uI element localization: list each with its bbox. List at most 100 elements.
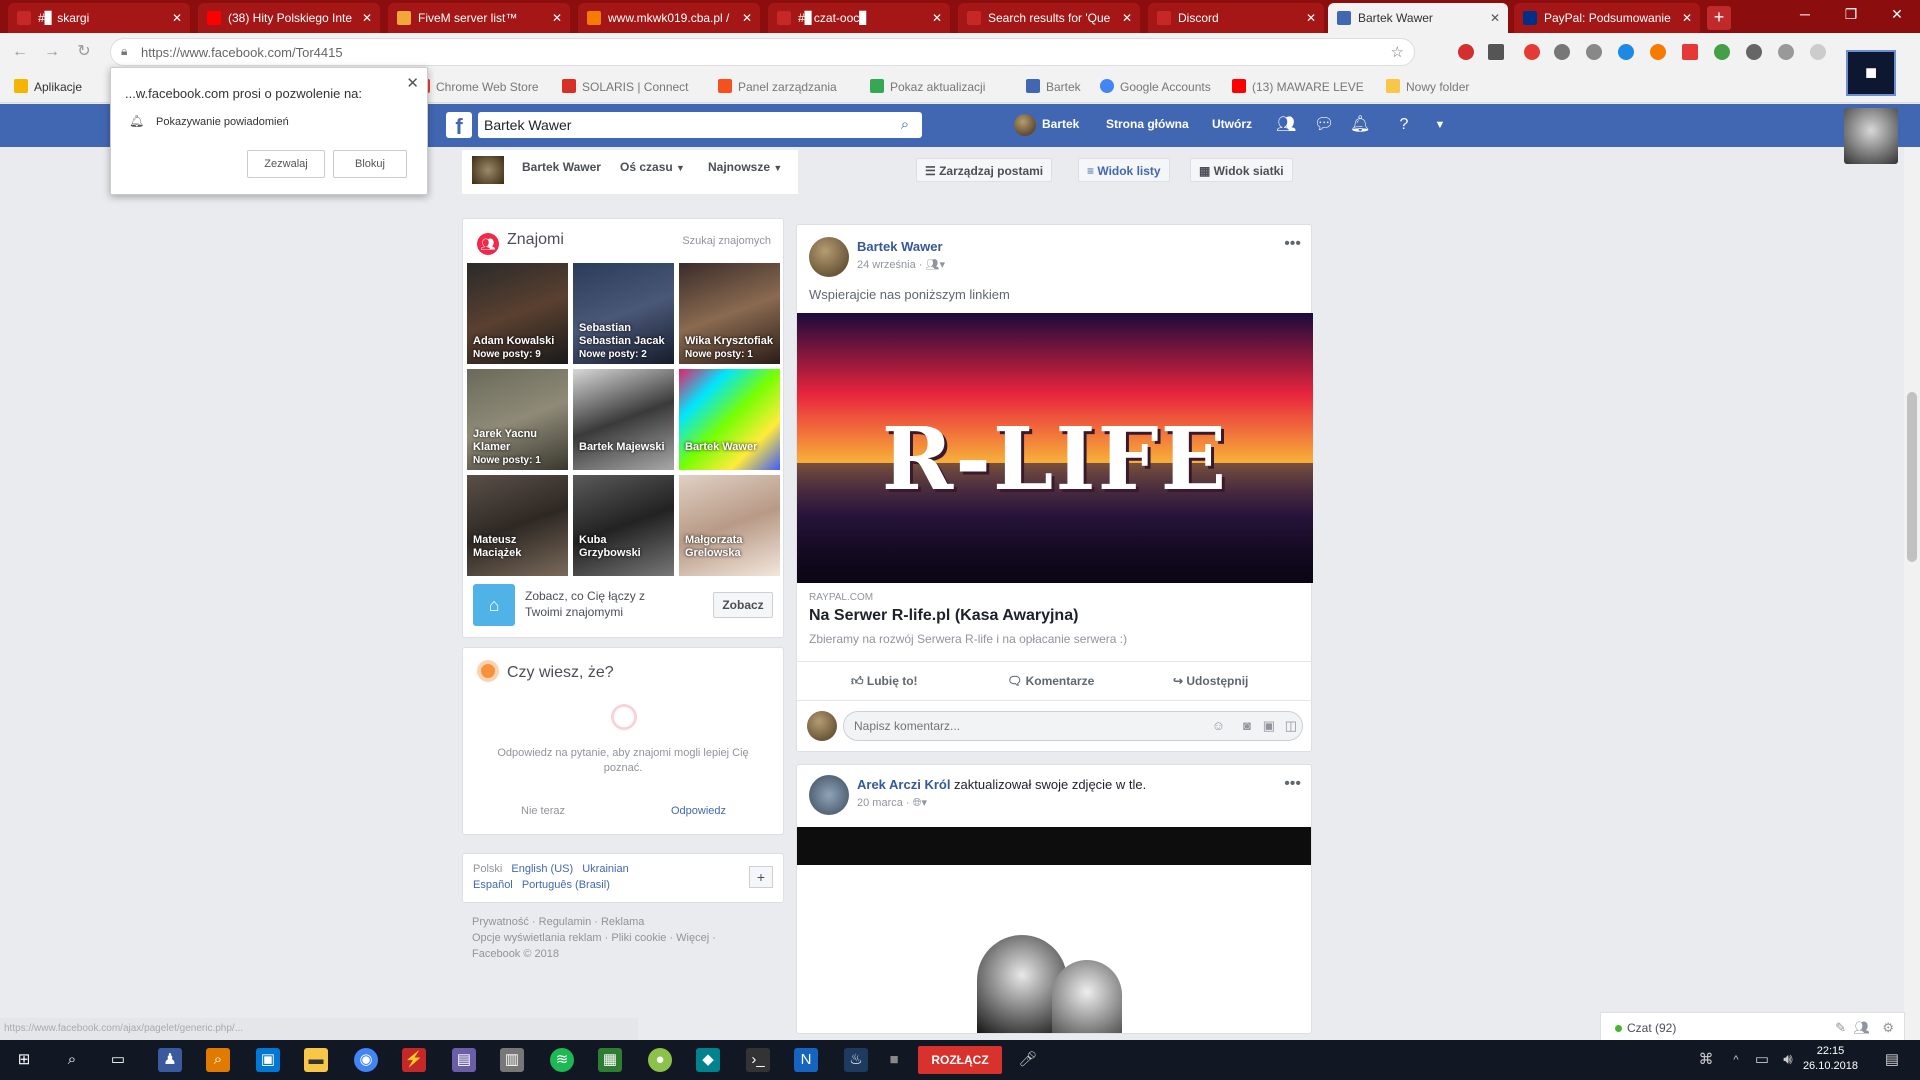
microphone-icon[interactable]: 🎤︎ [1016,1048,1040,1072]
friend-tile[interactable]: Bartek Wawer [679,369,780,470]
friend-tile[interactable]: Jarek Yacnu Klamer Nowe posty: 1 [467,369,568,470]
friend-tile[interactable]: Sebastian Sebastian Jacak Nowe posty: 2 [573,263,674,364]
bookmark-item[interactable]: SOLARIS | Connect [562,79,689,94]
minimize-icon[interactable]: ─ [1782,0,1828,30]
extension-icon[interactable] [1778,44,1794,60]
footer-links[interactable]: Prywatność · Regulamin · Reklama [472,916,644,928]
adblock-icon[interactable] [1458,44,1474,60]
compose-icon[interactable]: ✎ [1835,1020,1846,1036]
avatar[interactable] [472,156,504,184]
tab-skargi[interactable]: #▊ skargi ✕ [8,3,190,33]
extension-icon[interactable] [1746,44,1762,60]
task-view-icon[interactable]: ▭ [106,1048,130,1072]
apps-bookmark[interactable]: Aplikacje [14,79,82,94]
extension-icon[interactable] [1650,44,1666,60]
file-explorer-icon[interactable]: ▬ [304,1048,328,1072]
cover-photo-strip[interactable] [797,827,1311,865]
close-icon[interactable]: ✕ [932,3,942,33]
scrollbar-thumb[interactable] [1907,392,1917,562]
friend-tile[interactable]: Kuba Grzybowski [573,475,674,576]
bookmark-item[interactable]: Nowy folder [1386,79,1469,94]
chrome-icon[interactable]: ◉ [354,1048,378,1072]
bookmark-item[interactable]: Google Accounts [1100,79,1211,94]
volume-icon[interactable]: 🔊︎ [1776,1048,1800,1072]
help-icon[interactable]: ? [1394,115,1414,135]
camera-icon[interactable]: ◙ [1243,718,1251,733]
emoji-icon[interactable]: ☺ [1212,718,1225,733]
spotify-icon[interactable]: ≋ [550,1048,574,1072]
system-clock[interactable]: 22:15 26.10.2018 [1803,1044,1858,1074]
timeline-dropdown[interactable]: Oś czasu ▼ [620,160,685,174]
nav-profile-link[interactable]: Bartek [1042,117,1079,131]
extension-icon[interactable] [1586,44,1602,60]
language-link[interactable]: Español [473,879,513,891]
search-icon[interactable]: ⌕ [888,112,922,138]
extension-icon[interactable] [1682,44,1698,60]
like-button[interactable]: 👍︎ Lubię to! [851,674,918,689]
share-button[interactable]: ↪ Udostępnij [1173,674,1248,688]
bookmark-item[interactable]: Pokaz aktualizacji [870,79,985,94]
gif-icon[interactable]: ▣ [1263,718,1275,734]
link-preview-image[interactable]: R-LIFE [797,313,1313,583]
app-icon[interactable]: ◆ [696,1048,720,1072]
close-icon[interactable]: ✕ [172,3,182,33]
friend-requests-icon[interactable]: 👥︎ [1276,115,1296,135]
wifi-icon[interactable]: ▭ [1750,1048,1774,1072]
list-view-button[interactable]: ≡ Widok listy [1078,158,1170,182]
block-button[interactable]: Blokuj [333,150,407,178]
close-icon[interactable]: ✕ [1682,3,1692,33]
extension-icon[interactable] [1488,44,1504,60]
friend-tile[interactable]: Mateusz Maciążek [467,475,568,576]
disconnect-button[interactable]: ROZŁĄCZ [918,1046,1002,1074]
add-people-icon[interactable]: 👥︎ [1853,1020,1870,1036]
app-icon[interactable]: N [794,1048,818,1072]
bookmark-item[interactable]: Panel zarządzania [718,79,837,94]
app-icon[interactable]: ▤ [452,1048,476,1072]
extension-icon[interactable] [1524,44,1540,60]
post-author[interactable]: Bartek Wawer [857,239,943,254]
app-icon[interactable]: ▥ [500,1048,524,1072]
tab-fivem[interactable]: FiveM server list™ ✕ [388,3,570,33]
app-icon[interactable]: ♟ [158,1048,182,1072]
close-icon[interactable]: ✕ [742,3,752,33]
chevron-down-icon[interactable]: ▼ [1430,115,1450,135]
search-icon[interactable]: ⌕ [60,1048,84,1072]
nav-create-link[interactable]: Utwórz [1212,117,1252,131]
close-icon[interactable]: ✕ [552,3,562,33]
notifications-bell-icon[interactable]: 🔔︎ [1350,115,1370,135]
friends-heading[interactable]: 👥︎ Znajomi [477,231,564,255]
footer-links[interactable]: Opcje wyświetlania reklam · Pliki cookie… [472,932,716,944]
new-tab-button[interactable]: + [1707,6,1731,30]
close-icon[interactable]: ✕ [406,74,419,92]
notification-center-icon[interactable]: ▤ [1880,1048,1904,1072]
terminal-icon[interactable]: ›_ [746,1048,770,1072]
link-title[interactable]: Na Serwer R-life.pl (Kasa Awaryjna) [809,607,1078,625]
filezilla-icon[interactable]: ⚡ [402,1048,426,1072]
allow-button[interactable]: Zezwalaj [247,150,325,178]
post-author[interactable]: Arek Arczi Król [857,777,950,792]
tab-paypal[interactable]: PayPal: Podsumowanie ✕ [1514,3,1700,33]
sticker-icon[interactable]: ◫ [1285,718,1297,734]
url-text[interactable]: https://www.facebook.com/Tor4415 [141,45,343,60]
profile-name-tab[interactable]: Bartek Wawer [522,160,601,174]
close-icon[interactable]: ✕ [1122,3,1132,33]
window-close-icon[interactable]: ✕ [1874,0,1920,30]
tab-search-results[interactable]: Search results for 'Que ✕ [958,3,1140,33]
comment-input[interactable] [843,711,1303,741]
restore-icon[interactable]: ❐ [1828,0,1874,30]
newest-dropdown[interactable]: Najnowsze ▼ [708,160,782,174]
app-icon[interactable]: ▦ [598,1048,622,1072]
find-friends-link[interactable]: Szukaj znajomych [682,235,771,247]
grid-view-button[interactable]: ▦ Widok siatki [1190,158,1293,182]
language-link[interactable]: English (US) [511,863,573,875]
tab-bartek-wawer[interactable]: Bartek Wawer ✕ [1328,3,1508,33]
post-date[interactable]: 20 marca · 🌐︎▾ [857,796,927,810]
bookmark-item[interactable]: Bartek [1026,79,1081,94]
tab-czat-ooc[interactable]: #▊czat-ooc▊ ✕ [768,3,950,33]
close-icon[interactable]: ✕ [1490,3,1500,33]
close-icon[interactable]: ✕ [362,3,372,33]
see-connections-button[interactable]: Zobacz [713,592,773,618]
comment-button[interactable]: 🗨︎ Komentarze [1007,674,1094,688]
back-icon[interactable]: ← [10,42,30,62]
friend-tile[interactable]: Bartek Majewski [573,369,674,470]
